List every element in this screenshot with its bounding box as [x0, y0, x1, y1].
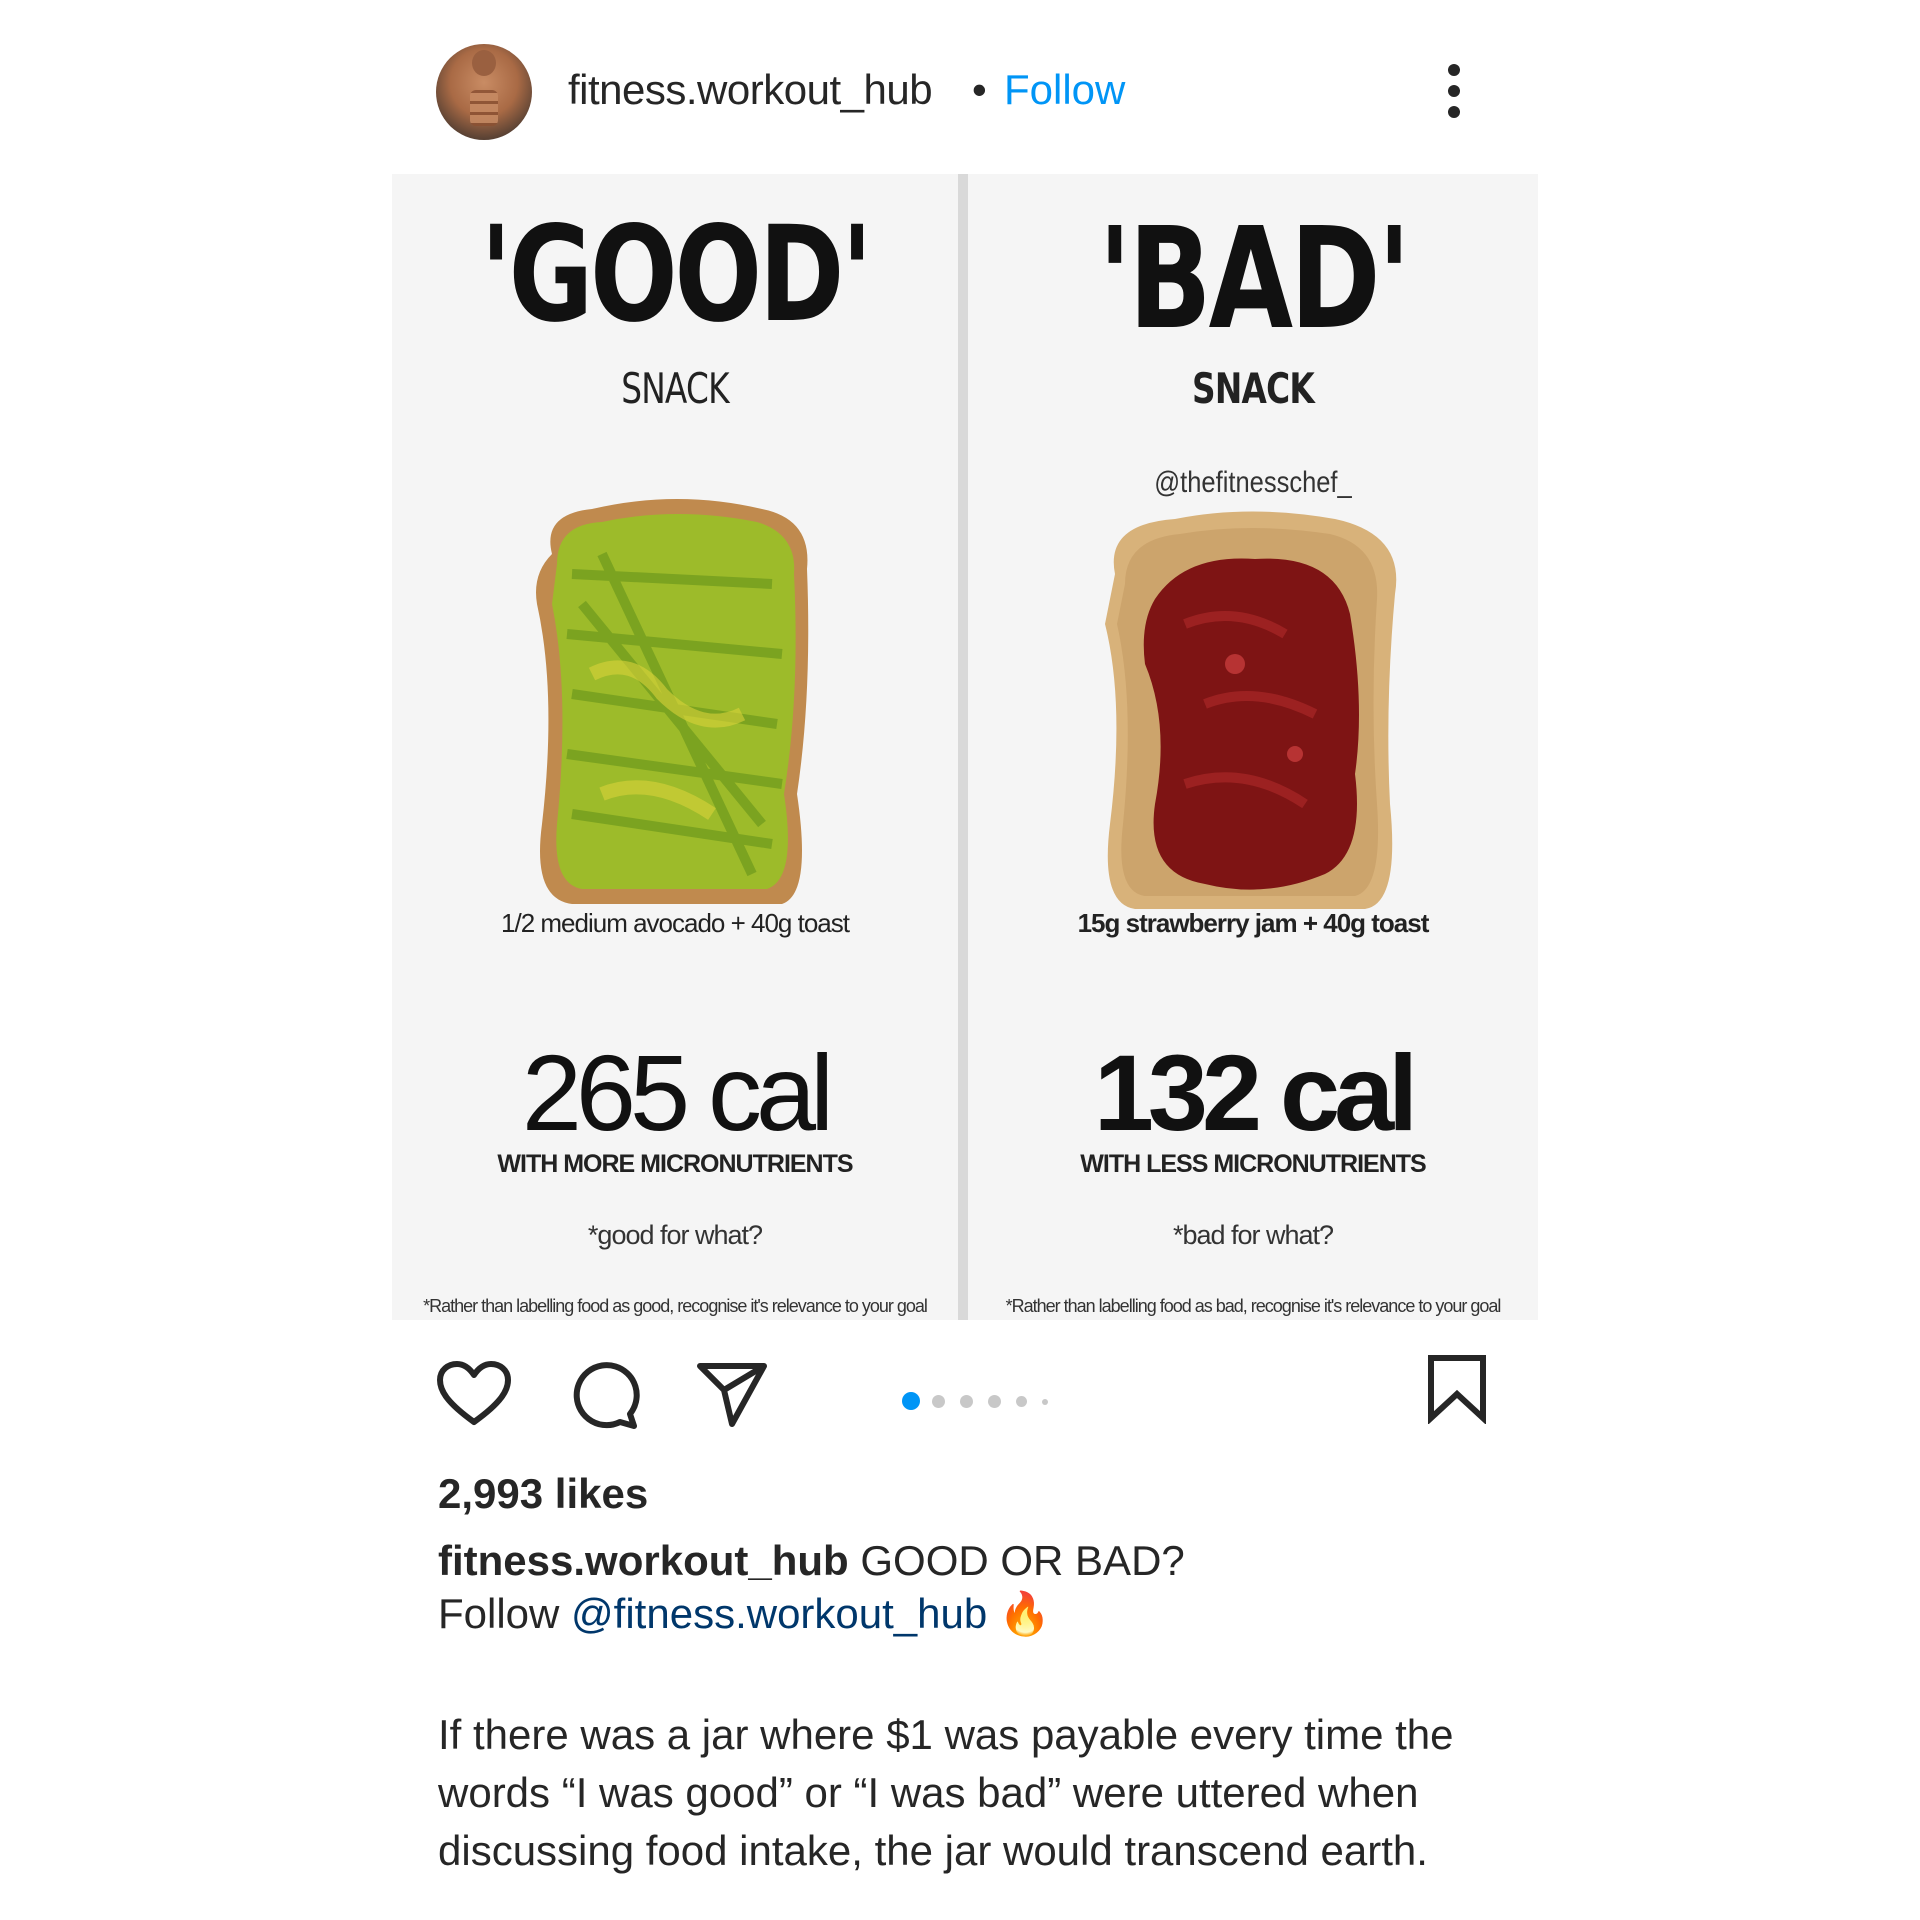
good-footnote: *Rather than labelling food as good, rec… [423, 1296, 928, 1316]
caption-username[interactable]: fitness.workout_hub [438, 1537, 849, 1584]
carousel-dot [932, 1395, 945, 1408]
separator-dot: • [972, 66, 987, 113]
bad-calories: 132 cal [1093, 1032, 1418, 1153]
share-icon[interactable] [696, 1360, 768, 1430]
bookmark-icon[interactable] [1426, 1354, 1488, 1424]
bad-title: 'BAD' [1098, 198, 1411, 361]
caption-text: GOOD OR BAD? [848, 1537, 1185, 1584]
avocado-toast-image [536, 499, 809, 904]
follow-button[interactable]: Follow [1004, 66, 1125, 114]
post-username[interactable]: fitness.workout_hub [568, 66, 933, 114]
caption-follow-line: Follow @fitness.workout_hub 🔥 [438, 1590, 1051, 1639]
more-options-icon[interactable] [1444, 64, 1464, 124]
bad-question: *bad for what? [1172, 1220, 1334, 1250]
caption-follow-prefix: Follow [438, 1590, 572, 1637]
bad-snack-panel: 'BAD' SNACK @thefitnesschef_ 15g strawbe… [970, 174, 1536, 1320]
likes-count[interactable]: 2,993 likes [438, 1470, 648, 1518]
caption-line: fitness.workout_hub GOOD OR BAD? [438, 1532, 1185, 1590]
avatar[interactable] [436, 44, 532, 140]
good-calories: 265 cal [521, 1032, 834, 1153]
jam-toast-image [1105, 511, 1397, 909]
post-image[interactable]: 'GOOD' SNACK 1/2 medium avocado + 40g to… [392, 174, 1538, 1320]
bad-micronutrients: WITH LESS MICRONUTRIENTS [1080, 1150, 1426, 1178]
carousel-dot [1042, 1399, 1048, 1405]
carousel-dot [960, 1395, 973, 1408]
comment-icon[interactable] [568, 1360, 640, 1432]
caption-mention-link[interactable]: @fitness.workout_hub [571, 1590, 987, 1637]
carousel-dot [988, 1395, 1001, 1408]
good-snack-panel: 'GOOD' SNACK 1/2 medium avocado + 40g to… [392, 174, 958, 1320]
caption-body: If there was a jar where $1 was payable … [438, 1711, 1454, 1874]
bad-subtitle: SNACK [1192, 364, 1315, 413]
image-credit: @thefitnesschef_ [1154, 466, 1352, 499]
post-actions-bar [436, 1352, 1496, 1432]
good-question: *good for what? [587, 1220, 763, 1250]
carousel-dot [1016, 1396, 1027, 1407]
bad-footnote: *Rather than labelling food as bad, reco… [1005, 1296, 1502, 1316]
good-subtitle: SNACK [621, 364, 729, 413]
panel-divider [958, 174, 968, 1320]
post-header: fitness.workout_hub • Follow [436, 44, 1476, 140]
bad-food-description: 15g strawberry jam + 40g toast [1077, 908, 1430, 938]
good-food-description: 1/2 medium avocado + 40g toast [501, 908, 850, 938]
good-title: 'GOOD' [480, 198, 872, 352]
carousel-dot-active [902, 1392, 920, 1410]
fire-emoji: 🔥 [998, 1590, 1052, 1637]
heart-icon[interactable] [436, 1360, 512, 1428]
good-micronutrients: WITH MORE MICRONUTRIENTS [497, 1150, 853, 1178]
